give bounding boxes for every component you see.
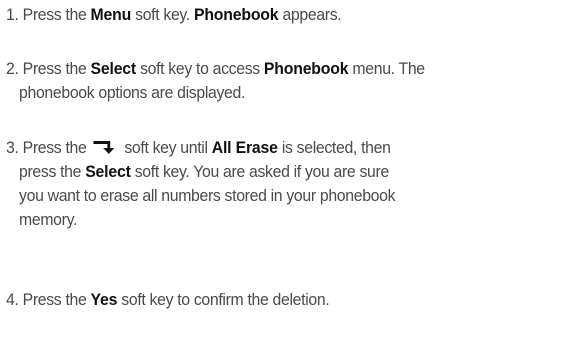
instruction-text: is selected, then [277, 138, 391, 157]
instruction-text: menu. The [348, 59, 425, 78]
bold-key-term: All Erase [211, 138, 278, 157]
instruction-text: soft key. You are asked if you are sure [130, 162, 390, 181]
step-3-line-2: press the Select soft key. You are asked… [6, 160, 544, 184]
instruction-text: press the [19, 162, 86, 181]
down-soft-key-icon [92, 140, 118, 154]
instruction-text: 2. Press the [6, 59, 91, 78]
instruction-text: soft key to confirm the deletion. [117, 290, 330, 309]
step-2: 2. Press the Select soft key to access P… [6, 57, 544, 105]
instruction-text: soft key to access [135, 59, 264, 78]
step-4: 4. Press the Yes soft key to confirm the… [6, 288, 544, 312]
instruction-text: soft key until [120, 138, 212, 157]
instruction-text: soft key. [131, 5, 194, 24]
instruction-text: you want to erase all numbers stored in … [19, 186, 396, 205]
step-1: 1. Press the Menu soft key. Phonebook ap… [6, 3, 544, 27]
step-3-line-1: 3. Press the soft key until All Erase is… [6, 136, 544, 160]
bold-key-term: Phonebook [193, 5, 279, 24]
step-1-line-1: 1. Press the Menu soft key. Phonebook ap… [6, 3, 544, 27]
step-2-line-2: phonebook options are displayed. [6, 81, 544, 105]
instruction-text: appears. [278, 5, 342, 24]
step-3-line-4: memory. [6, 208, 544, 232]
bold-key-term: Select [90, 59, 137, 78]
bold-key-term: Select [85, 162, 131, 181]
instruction-text: 1. Press the [6, 5, 91, 24]
step-3: 3. Press the soft key until All Erase is… [6, 136, 544, 232]
instruction-text: 3. Press the [6, 138, 91, 157]
step-2-line-1: 2. Press the Select soft key to access P… [6, 57, 544, 81]
step-4-line-1: 4. Press the Yes soft key to confirm the… [6, 288, 544, 312]
instruction-text: phonebook options are displayed. [19, 83, 246, 102]
instruction-text: 4. Press the [6, 290, 91, 309]
bold-key-term: Menu [90, 5, 132, 24]
bold-key-term: Phonebook [263, 59, 349, 78]
step-3-line-3: you want to erase all numbers stored in … [6, 184, 544, 208]
instruction-text: memory. [19, 210, 78, 229]
bold-key-term: Yes [90, 290, 118, 309]
